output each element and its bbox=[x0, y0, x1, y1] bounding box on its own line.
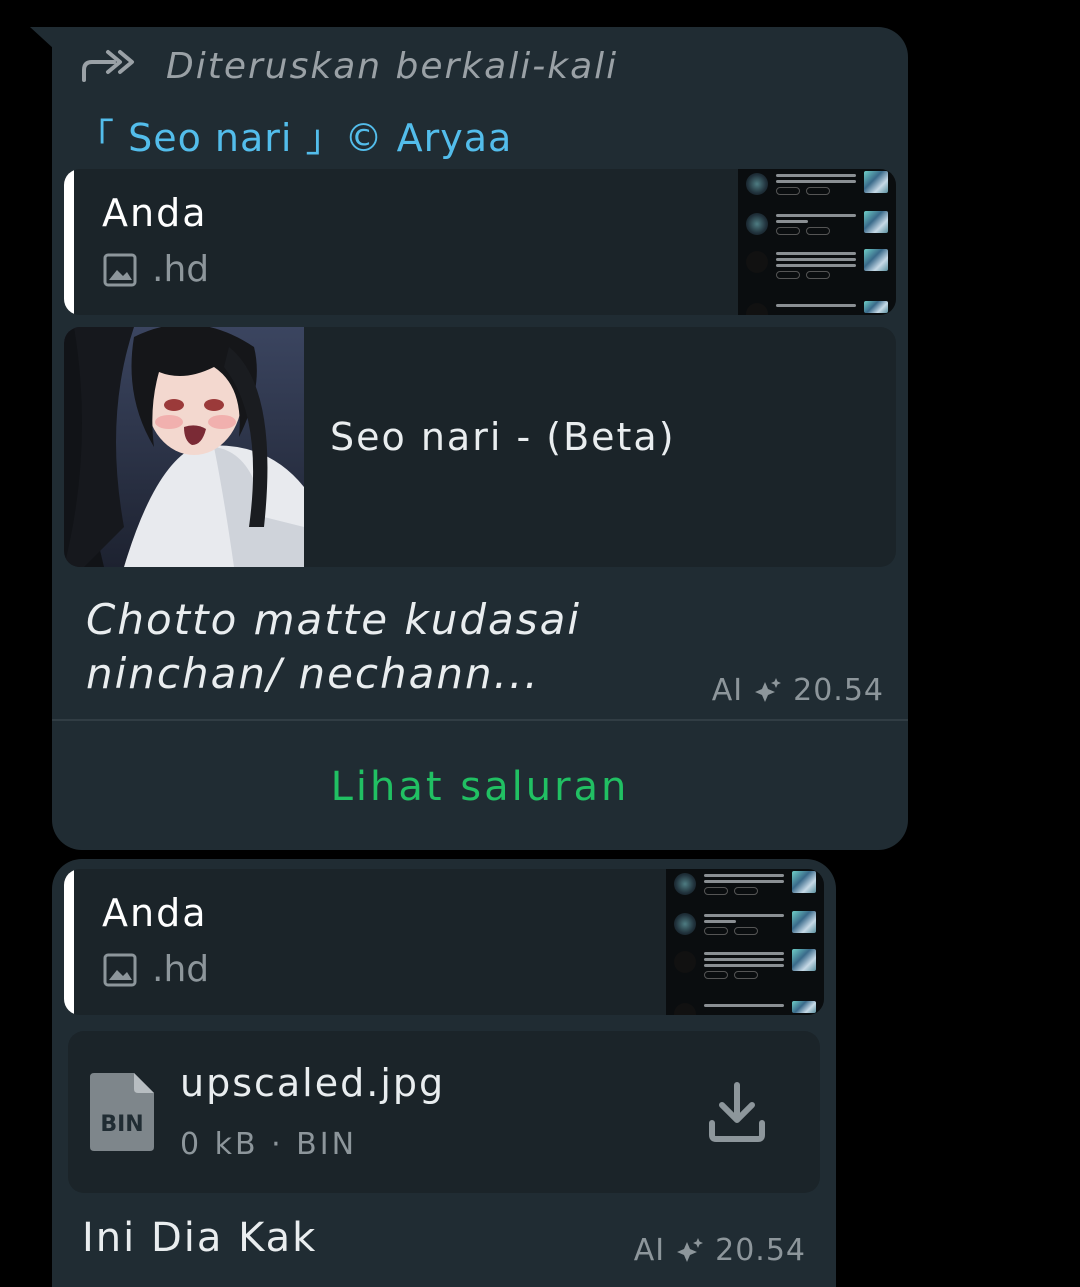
quoted-message[interactable]: Anda .hd bbox=[64, 169, 896, 315]
thumb-row bbox=[746, 211, 888, 241]
quote-author: Anda bbox=[102, 191, 208, 235]
file-attachment[interactable]: BIN upscaled.jpg 0 kB · BIN bbox=[68, 1031, 820, 1193]
thumb-row bbox=[674, 1001, 816, 1015]
message-time: 20.54 bbox=[715, 1233, 806, 1268]
quote-accent-bar bbox=[64, 169, 74, 315]
ai-sparkle-icon bbox=[677, 1237, 704, 1262]
quote-thumbnail bbox=[666, 869, 824, 1015]
bubble-tail bbox=[30, 27, 54, 49]
thumb-row bbox=[746, 301, 888, 315]
file-details: 0 kB · BIN bbox=[180, 1127, 358, 1162]
meta-prefix: AI bbox=[633, 1233, 666, 1268]
thumb-row bbox=[746, 171, 888, 201]
message-meta: AI 20.54 bbox=[712, 673, 884, 708]
quote-content: .hd bbox=[102, 249, 209, 290]
thumb-row bbox=[674, 949, 816, 979]
message-caption: Chotto matte kudasai ninchan/ nechann... bbox=[86, 595, 582, 698]
thumb-row bbox=[674, 911, 816, 941]
ai-sparkle-icon bbox=[755, 677, 782, 702]
quote-text: .hd bbox=[152, 249, 210, 290]
thumb-row bbox=[746, 249, 888, 279]
message-caption: Ini Dia Kak bbox=[82, 1215, 318, 1261]
channel-avatar-image bbox=[64, 327, 304, 567]
thumb-row bbox=[674, 871, 816, 901]
channel-title: Seo nari - (Beta) bbox=[330, 415, 676, 459]
quoted-message[interactable]: Anda .hd bbox=[64, 869, 824, 1015]
forwarded-icon bbox=[82, 50, 134, 82]
forwarded-label: Diteruskan berkali-kali bbox=[166, 45, 619, 87]
forwarded-indicator: Diteruskan berkali-kali bbox=[80, 41, 618, 91]
meta-prefix: AI bbox=[711, 673, 744, 708]
message-meta: AI 20.54 bbox=[634, 1233, 806, 1268]
channel-link-preview[interactable]: Seo nari - (Beta) bbox=[64, 327, 896, 567]
quote-accent-bar bbox=[64, 869, 74, 1015]
file-type-icon: BIN bbox=[90, 1073, 154, 1151]
sender-name[interactable]: 「 Seo nari 」© Aryaa bbox=[76, 107, 512, 162]
view-channel-button[interactable]: Lihat saluran bbox=[52, 723, 908, 850]
forwarded-channel-message[interactable]: Diteruskan berkali-kali 「 Seo nari 」© Ar… bbox=[52, 27, 908, 850]
image-icon bbox=[103, 953, 137, 986]
quote-content: .hd bbox=[102, 949, 209, 990]
file-name: upscaled.jpg bbox=[180, 1061, 446, 1105]
message-time: 20.54 bbox=[793, 673, 884, 708]
file-message[interactable]: Anda .hd BIN upscaled.jpg 0 kB · BIN Ini… bbox=[52, 859, 836, 1287]
file-badge: BIN bbox=[100, 1112, 143, 1137]
divider bbox=[52, 719, 908, 721]
quote-text: .hd bbox=[152, 949, 210, 990]
quote-author: Anda bbox=[102, 891, 208, 935]
quote-thumbnail bbox=[738, 169, 896, 315]
download-icon[interactable] bbox=[708, 1081, 766, 1143]
chat-screen: Diteruskan berkali-kali 「 Seo nari 」© Ar… bbox=[0, 0, 1080, 1287]
image-icon bbox=[103, 253, 137, 286]
